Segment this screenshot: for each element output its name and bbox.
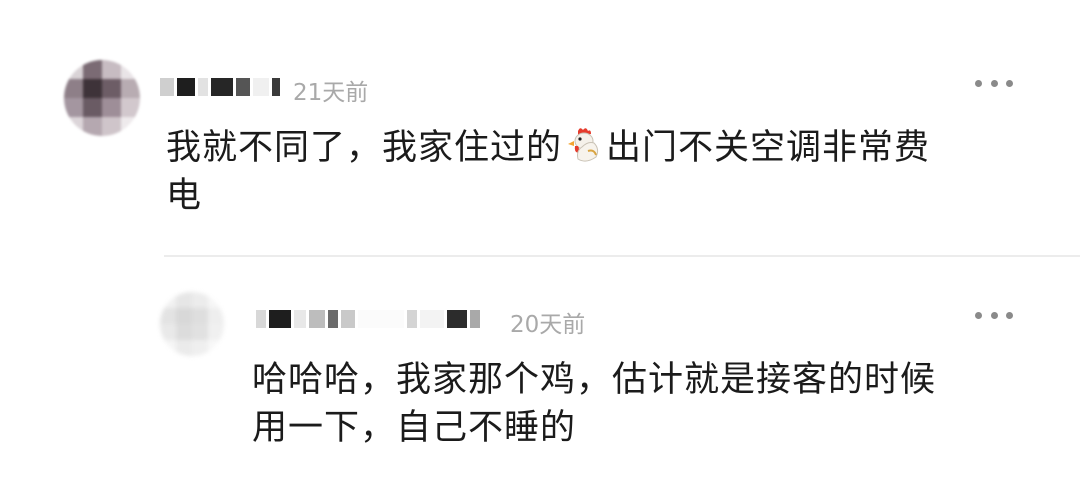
comment-text-part: 我就不同了，我家住过的: [166, 128, 563, 168]
avatar[interactable]: [160, 292, 224, 356]
comment-text: 哈哈哈，我家那个鸡，估计就是接客的时候 用一下，自己不睡的: [252, 356, 936, 452]
comment-line: 我就不同了，我家住过的 出门不关空调非常费: [166, 124, 930, 172]
avatar[interactable]: [64, 60, 140, 136]
username-censored[interactable]: [160, 76, 283, 98]
divider: [164, 255, 1080, 257]
comment-line: 哈哈哈，我家那个鸡，估计就是接客的时候: [252, 360, 937, 400]
comment-line: 电: [166, 176, 203, 216]
comment-line: 用一下，自己不睡的: [252, 408, 577, 448]
more-options-icon[interactable]: [975, 76, 1013, 90]
comment-time: 20天前: [510, 312, 586, 338]
rooster-icon: [568, 128, 599, 162]
comment-text: 我就不同了，我家住过的 出门不关空调非常费 电: [166, 124, 930, 220]
username-censored[interactable]: [256, 308, 483, 330]
more-options-icon[interactable]: [975, 308, 1013, 322]
comment-text-part: 出门不关空调非常费: [606, 128, 931, 168]
comment-time: 21天前: [293, 80, 369, 106]
